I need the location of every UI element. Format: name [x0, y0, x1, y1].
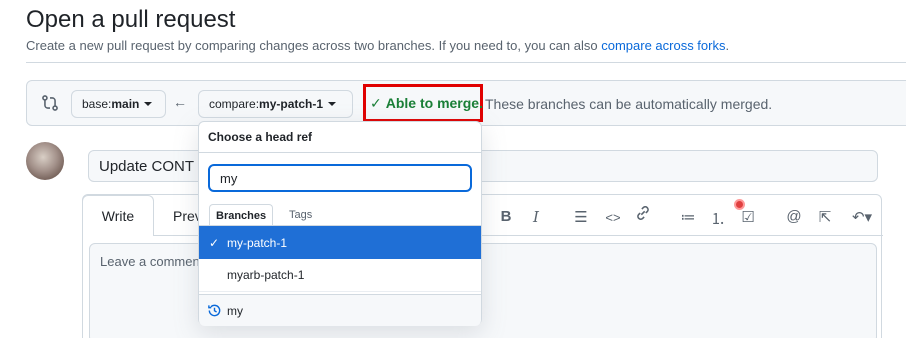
branch-label: my-patch-1 — [227, 235, 288, 250]
reference-icon[interactable]: ⇱ — [815, 208, 835, 226]
tab-tags[interactable]: Tags — [283, 204, 318, 226]
branch-filter-input[interactable]: my — [208, 164, 472, 192]
heading-icon[interactable]: ☰ — [571, 208, 591, 226]
merge-status: Able to merge. — [385, 95, 483, 111]
page-subtitle: Create a new pull request by comparing c… — [26, 38, 729, 53]
click-indicator — [734, 199, 745, 210]
base-branch-button[interactable]: base: main — [71, 90, 166, 118]
task-list-icon[interactable]: ☑ — [738, 208, 758, 226]
merge-status-highlight: ✓ Able to merge. — [363, 84, 483, 122]
mention-icon[interactable]: @ — [784, 208, 804, 225]
divider — [199, 152, 481, 153]
page-title: Open a pull request — [26, 6, 236, 33]
italic-icon[interactable]: I — [526, 208, 546, 226]
head-ref-dropdown: Choose a head ref my Branches Tags ✓ my-… — [198, 121, 482, 326]
dropdown-tabs: Branches Tags — [199, 204, 481, 226]
divider — [26, 62, 906, 63]
merge-description: These branches can be automatically merg… — [485, 96, 773, 112]
compare-label: compare: — [209, 97, 260, 111]
dropdown-title: Choose a head ref — [208, 130, 313, 144]
caret-down-icon — [328, 102, 337, 106]
branch-label: myarb-patch-1 — [227, 268, 305, 282]
tab-write[interactable]: Write — [82, 195, 154, 236]
numbered-list-icon[interactable]: ⒈ — [708, 208, 728, 229]
undo-icon[interactable]: ↶▾ — [848, 208, 876, 226]
history-icon — [208, 304, 221, 317]
avatar — [26, 142, 64, 180]
compare-value: my-patch-1 — [259, 97, 324, 111]
check-icon: ✓ — [370, 94, 382, 111]
compare-bar: base: main ← compare: my-patch-1 ✓ Able t… — [26, 80, 906, 126]
base-value: main — [111, 97, 140, 111]
branch-item-my-patch-1[interactable]: ✓ my-patch-1 — [199, 226, 481, 259]
arrow-left-icon: ← — [173, 94, 187, 110]
git-compare-icon — [42, 95, 58, 111]
bold-icon[interactable]: B — [496, 208, 516, 225]
tab-branches[interactable]: Branches — [209, 204, 274, 226]
recent-search-item[interactable]: my — [199, 294, 481, 326]
branch-item-myarb-patch-1[interactable]: myarb-patch-1 — [199, 259, 481, 292]
subtitle-end: . — [725, 38, 730, 53]
subtitle-text: Create a new pull request by comparing c… — [26, 38, 602, 53]
check-icon: ✓ — [209, 235, 220, 250]
link-icon[interactable] — [634, 204, 652, 222]
code-icon[interactable]: <> — [603, 210, 623, 225]
compare-branch-button[interactable]: compare: my-patch-1 — [198, 90, 353, 118]
bullet-list-icon[interactable]: ≔ — [678, 208, 698, 226]
caret-down-icon — [144, 102, 153, 106]
recent-search-label: my — [227, 303, 243, 318]
compare-across-forks-link[interactable]: compare across forks — [601, 38, 725, 53]
base-label: base: — [82, 97, 112, 111]
